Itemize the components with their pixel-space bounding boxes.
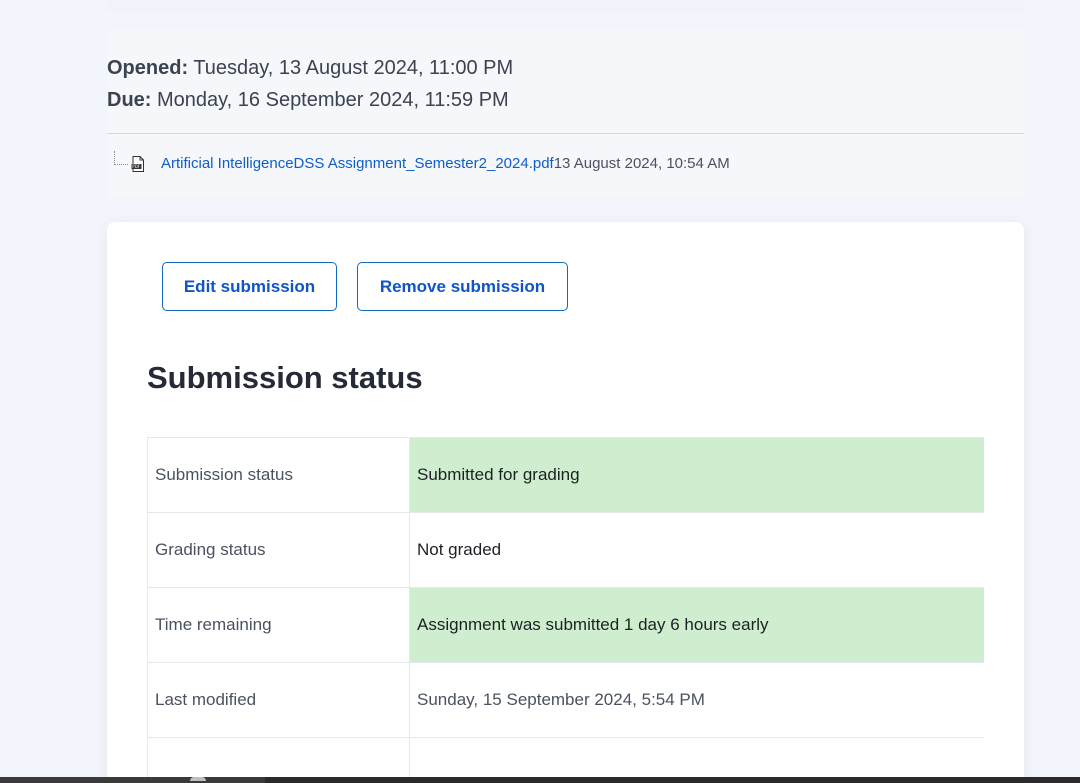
- row-value: Not graded: [409, 512, 984, 588]
- top-strip: [107, 0, 1024, 12]
- row-label: Submission status: [147, 437, 410, 513]
- due-label: Due:: [107, 89, 152, 111]
- due-value: Monday, 16 September 2024, 11:59 PM: [157, 89, 509, 111]
- pdf-file-icon: PDF: [131, 155, 144, 172]
- table-row: Grading status Not graded: [147, 512, 984, 588]
- submission-status-table: Submission status Submitted for grading …: [147, 437, 984, 783]
- submission-status-heading: Submission status: [147, 360, 423, 395]
- taskbar-segment: [0, 777, 265, 783]
- activity-dates: Opened: Tuesday, 13 August 2024, 11:00 P…: [107, 52, 513, 116]
- taskbar: [0, 777, 1080, 783]
- remove-submission-button[interactable]: Remove submission: [357, 262, 568, 311]
- opened-date: Opened: Tuesday, 13 August 2024, 11:00 P…: [107, 52, 513, 84]
- attachment-link[interactable]: Artificial IntelligenceDSS Assignment_Se…: [161, 155, 554, 172]
- row-label: Last modified: [147, 662, 410, 738]
- opened-label: Opened:: [107, 57, 189, 79]
- row-value: Submitted for grading: [409, 437, 984, 513]
- attachment-date: 13 August 2024, 10:54 AM: [553, 155, 730, 172]
- table-row: Time remaining Assignment was submitted …: [147, 587, 984, 663]
- row-value: Assignment was submitted 1 day 6 hours e…: [409, 587, 984, 663]
- taskbar-app-icon[interactable]: [190, 777, 206, 781]
- svg-text:PDF: PDF: [132, 164, 140, 169]
- table-row: Submission status Submitted for grading: [147, 437, 984, 513]
- divider: [107, 133, 1024, 134]
- table-row: Last modified Sunday, 15 September 2024,…: [147, 662, 984, 738]
- row-value: Sunday, 15 September 2024, 5:54 PM: [409, 662, 984, 738]
- due-date: Due: Monday, 16 September 2024, 11:59 PM: [107, 84, 513, 116]
- edit-submission-button[interactable]: Edit submission: [162, 262, 337, 311]
- opened-value: Tuesday, 13 August 2024, 11:00 PM: [193, 57, 514, 79]
- tree-connector: [114, 150, 128, 165]
- attachment-row: PDF Artificial IntelligenceDSS Assignmen…: [114, 150, 730, 172]
- row-label: Grading status: [147, 512, 410, 588]
- row-label: Time remaining: [147, 587, 410, 663]
